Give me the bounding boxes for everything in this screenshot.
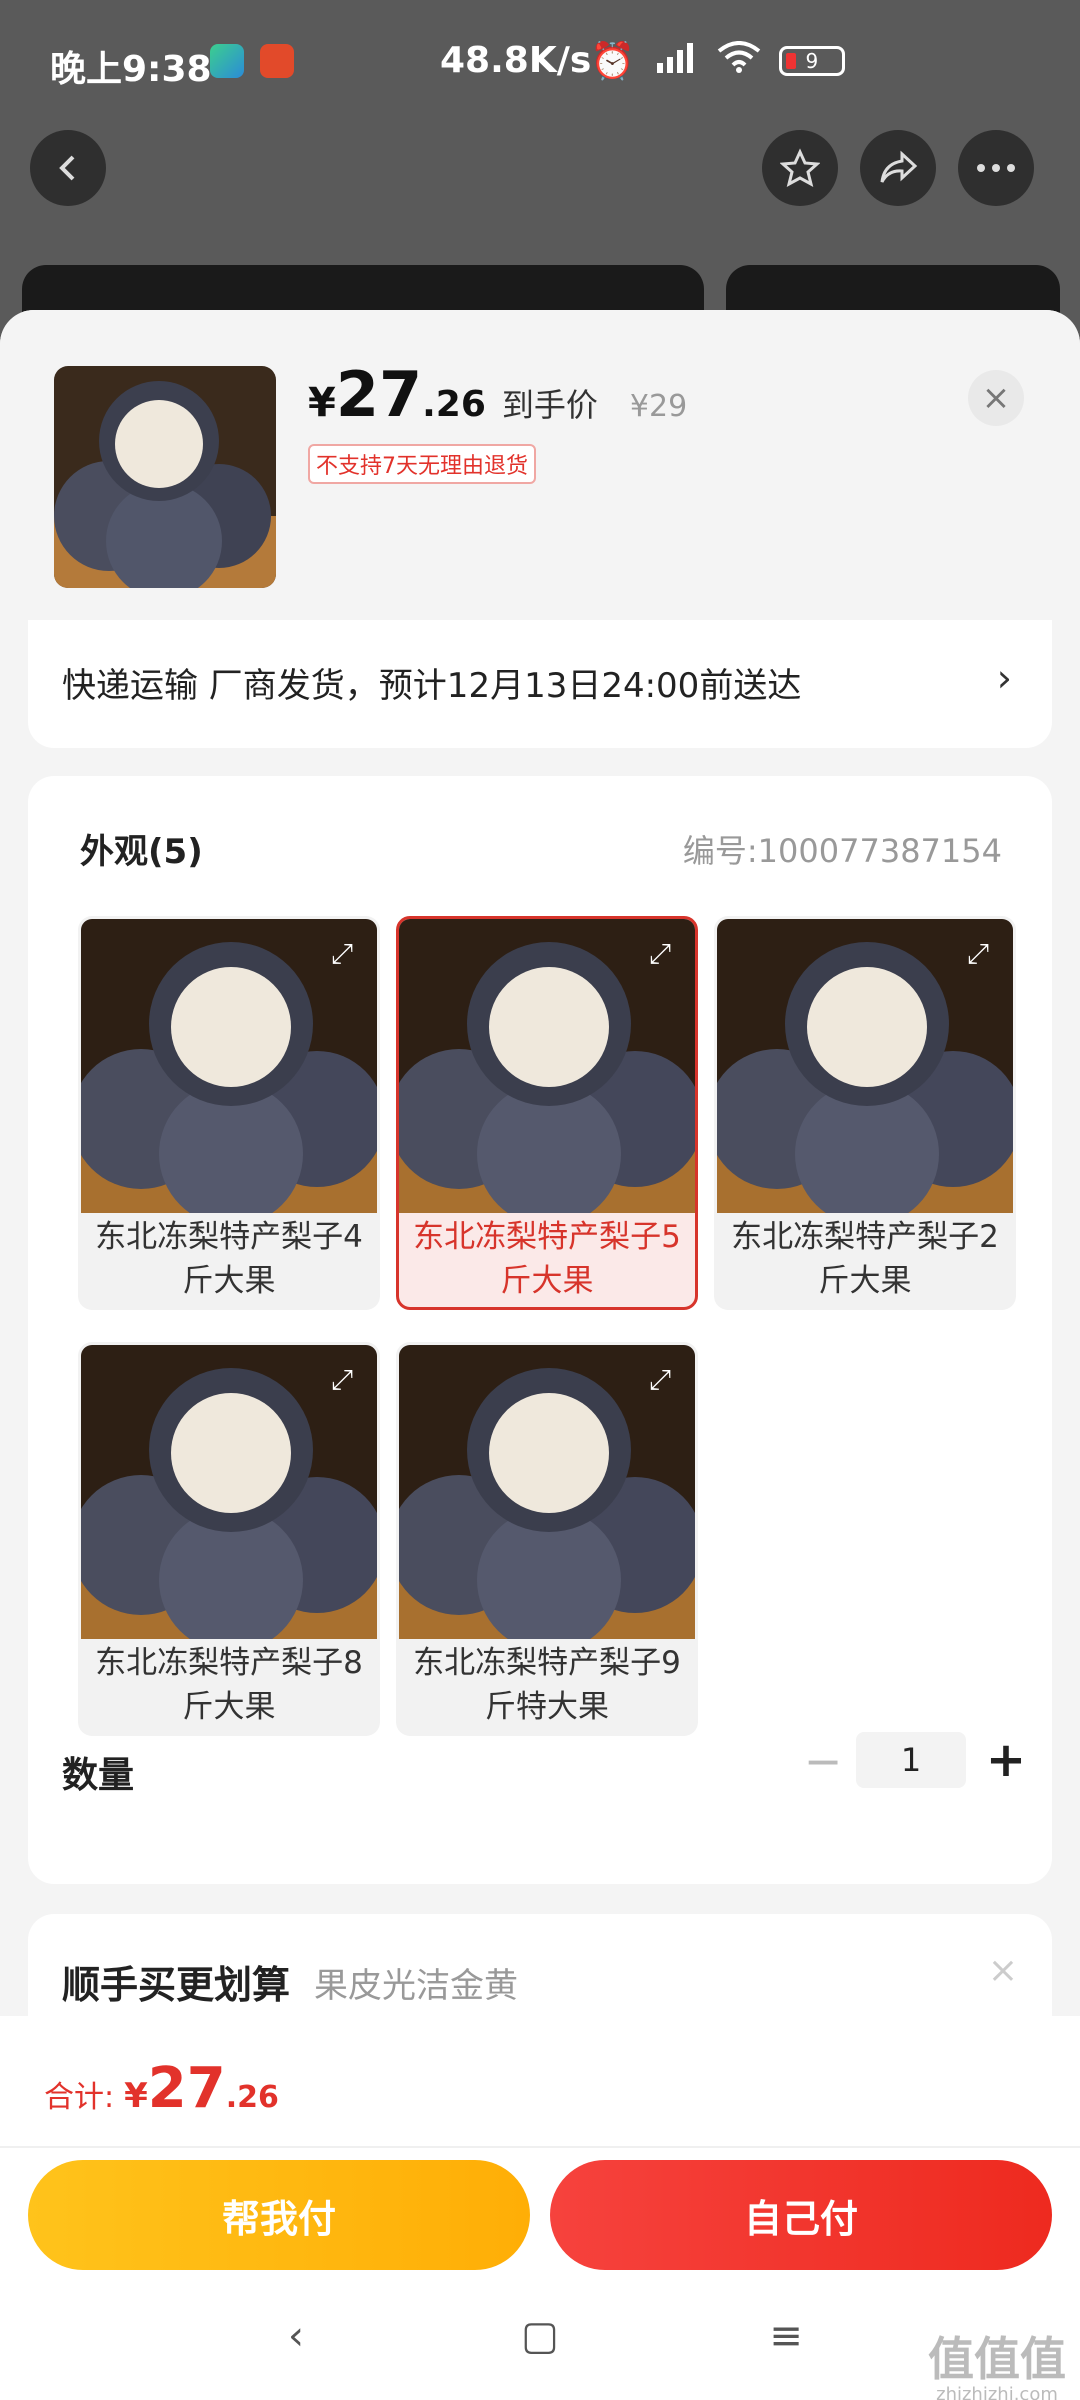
quantity-input[interactable]: 1: [856, 1732, 966, 1788]
nav-back-icon[interactable]: ‹: [266, 2306, 326, 2366]
status-time: 晚上9:38: [50, 49, 212, 90]
variant-grid: ⤢ 东北冻梨特产梨子4斤大果 ⤢ 东北冻梨特产梨子5斤大果 ⤢ 东北冻梨特产梨子…: [78, 916, 1032, 1766]
status-bar: 晚上9:38 48.8K/s ⏰ 9: [0, 0, 1080, 120]
price-label: 到手价: [501, 386, 598, 424]
watermark-url: zhizhizhi.com: [936, 2384, 1058, 2400]
variant-option[interactable]: ⤢ 东北冻梨特产梨子9斤特大果: [396, 1342, 698, 1736]
total-integer: 27: [147, 2056, 226, 2121]
expand-icon[interactable]: ⤢: [325, 1363, 359, 1397]
product-thumbnail[interactable]: [54, 366, 276, 588]
app-notification-icon: [260, 44, 294, 78]
total-decimal: .26: [225, 2080, 279, 2115]
variant-label: 东北冻梨特产梨子5斤大果: [413, 1219, 681, 1299]
sheet-header: ¥ 27 .26 到手价 ¥29 不支持7天无理由退货 ×: [0, 310, 1080, 620]
spec-title: 外观(5): [80, 832, 203, 872]
variant-option[interactable]: ⤢ 东北冻梨特产梨子2斤大果: [714, 916, 1016, 1310]
delivery-text: 快递运输 厂商发货，预计12月13日24:00前送达: [62, 666, 802, 706]
pay-myself-button[interactable]: 自己付: [550, 2160, 1052, 2270]
return-policy-badge: 不支持7天无理由退货: [308, 444, 536, 484]
sku-selection-sheet: 快递运输 厂商发货，预计12月13日24:00前送达 › ¥ 27 .26 到手…: [0, 310, 1080, 2400]
variant-option-selected[interactable]: ⤢ 东北冻梨特产梨子5斤大果: [396, 916, 698, 1310]
nav-home-icon[interactable]: ▢: [510, 2306, 570, 2366]
quantity-increase-button[interactable]: +: [978, 1732, 1034, 1788]
quantity-decrease-button[interactable]: −: [798, 1736, 848, 1786]
total-price: 合计: ¥ 27 .26: [44, 2056, 279, 2121]
delivery-info-card[interactable]: 快递运输 厂商发货，预计12月13日24:00前送达 ›: [28, 620, 1052, 748]
divider: [0, 2146, 1080, 2148]
favorite-star-icon[interactable]: [762, 130, 838, 206]
expand-icon[interactable]: ⤢: [325, 937, 359, 971]
page-header-behind: [0, 120, 1080, 220]
variant-option[interactable]: ⤢ 东北冻梨特产梨子4斤大果: [78, 916, 380, 1310]
wifi-icon: [717, 40, 761, 82]
price-decimal: .26: [422, 384, 486, 425]
signal-icon: [653, 41, 699, 82]
variant-option[interactable]: ⤢ 东北冻梨特产梨子8斤大果: [78, 1342, 380, 1736]
battery-icon: 9: [778, 46, 845, 76]
close-icon[interactable]: ×: [968, 370, 1024, 426]
help-me-pay-button[interactable]: 帮我付: [28, 2160, 530, 2270]
back-icon[interactable]: [30, 130, 106, 206]
watermark-text: 值值值: [928, 2332, 1066, 2386]
system-nav-bar: ‹ ▢ ≡ 值值值 zhizhizhi.com: [0, 2286, 1080, 2400]
total-currency: ¥: [124, 2076, 148, 2116]
watermark-logo: 值值值 zhizhizhi.com: [928, 2336, 1066, 2400]
checkout-footer: 合计: ¥ 27 .26 帮我付 自己付 ‹ ▢ ≡ 值值值 zhizhizhi…: [0, 2016, 1080, 2400]
variant-label: 东北冻梨特产梨子2斤大果: [731, 1219, 999, 1299]
addon-title: 顺手买更划算: [62, 1963, 291, 2007]
product-code: 编号:100077387154: [682, 832, 1002, 870]
original-price: ¥29: [629, 389, 688, 424]
more-icon[interactable]: [958, 130, 1034, 206]
variant-label: 东北冻梨特产梨子9斤特大果: [413, 1645, 681, 1725]
expand-icon[interactable]: ⤢: [643, 937, 677, 971]
price-currency: ¥: [308, 380, 336, 426]
chevron-right-icon: ›: [996, 656, 1012, 700]
close-icon[interactable]: ×: [988, 1950, 1018, 1991]
alarm-icon: ⏰: [590, 41, 635, 82]
share-icon[interactable]: [860, 130, 936, 206]
spec-card: 外观(5) 编号:100077387154 ⤢ 东北冻梨特产梨子4斤大果 ⤢ 东…: [28, 776, 1052, 1884]
sku-price: ¥ 27 .26 到手价 ¥29: [308, 358, 687, 431]
total-label: 合计:: [44, 2080, 115, 2115]
price-integer: 27: [335, 358, 423, 431]
variant-label: 东北冻梨特产梨子8斤大果: [95, 1645, 363, 1725]
quantity-label: 数量: [62, 1755, 135, 1796]
app-notification-icon: [210, 44, 244, 78]
expand-icon[interactable]: ⤢: [961, 937, 995, 971]
nav-menu-icon[interactable]: ≡: [756, 2306, 816, 2366]
network-speed: 48.8K/s: [440, 40, 592, 81]
addon-subtitle: 果皮光洁金黄: [314, 1966, 518, 2006]
expand-icon[interactable]: ⤢: [643, 1363, 677, 1397]
variant-label: 东北冻梨特产梨子4斤大果: [95, 1219, 363, 1299]
